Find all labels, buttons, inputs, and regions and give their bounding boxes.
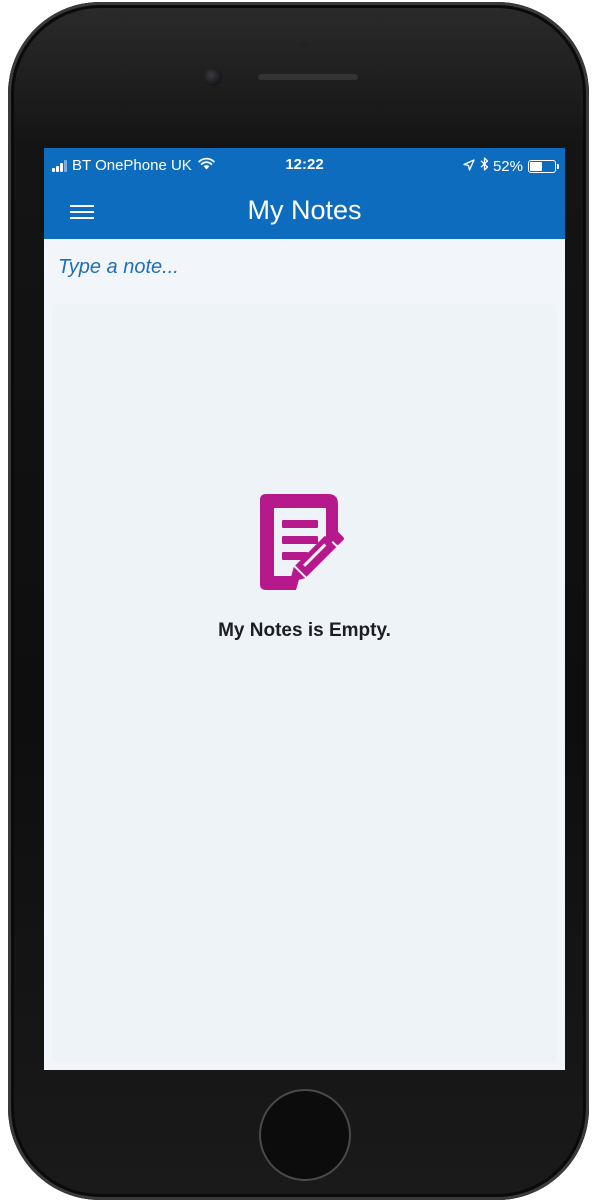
battery-icon xyxy=(528,159,556,173)
page-title: My Notes xyxy=(247,195,362,225)
proximity-sensor xyxy=(301,42,307,48)
location-arrow-icon xyxy=(463,158,475,175)
note-input[interactable] xyxy=(54,249,562,285)
battery-level-fill xyxy=(530,161,542,171)
note-edit-icon xyxy=(248,492,368,602)
app-screen: BT OnePhone UK 12:22 52% My Notes Type a… xyxy=(44,148,565,1070)
earpiece-speaker xyxy=(258,74,358,80)
empty-state-message: My Notes is Empty. xyxy=(218,620,391,641)
status-bar: BT OnePhone UK 12:22 52% xyxy=(44,148,565,184)
notes-list-panel: My Notes is Empty. xyxy=(52,304,557,1062)
front-camera xyxy=(204,68,222,86)
home-button[interactable] xyxy=(259,1089,351,1181)
bluetooth-icon xyxy=(480,157,489,175)
status-right: 52% xyxy=(463,157,559,175)
note-input-bar xyxy=(44,239,565,297)
battery-nub xyxy=(557,163,559,169)
header-bar: My Notes xyxy=(44,184,565,239)
battery-percent: 52% xyxy=(492,157,523,175)
